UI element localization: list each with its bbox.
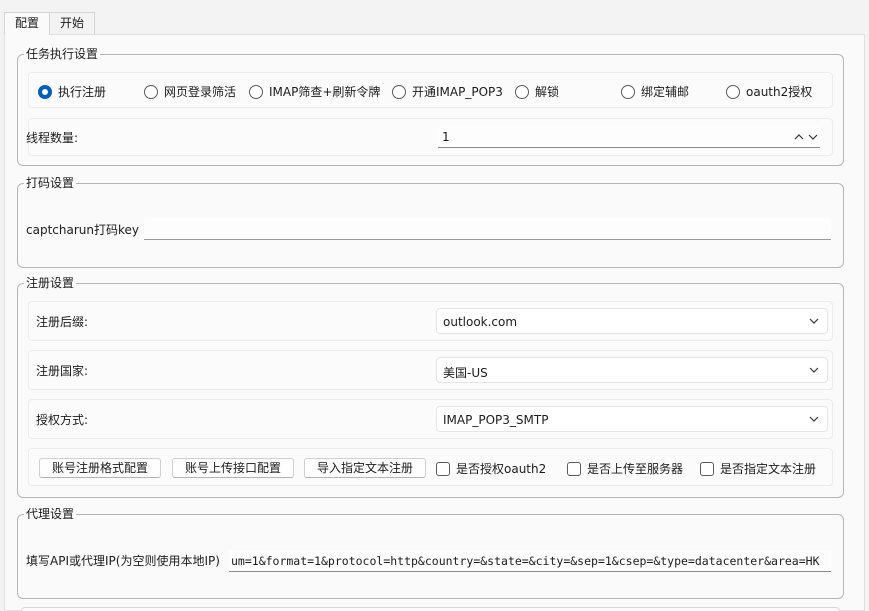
task-settings-group: 任务执行设置 执行注册 网页登录筛活 IMAP筛查+刷新令牌 开通IMAP_PO… xyxy=(17,47,844,166)
captcha-key-input[interactable] xyxy=(144,218,831,240)
captcha-settings-group: 打码设置 captcharun打码key xyxy=(17,176,844,268)
radio-indicator xyxy=(249,84,263,99)
tab-config[interactable]: 配置 xyxy=(4,12,51,35)
radio-web-login-check[interactable]: 网页登录筛活 xyxy=(144,83,236,100)
config-panel: 任务执行设置 执行注册 网页登录筛活 IMAP筛查+刷新令牌 开通IMAP_PO… xyxy=(4,34,865,611)
radio-indicator xyxy=(515,84,529,99)
tab-start[interactable]: 开始 xyxy=(49,12,96,34)
proxy-input[interactable]: um=1&format=1&protocol=http&country=&sta… xyxy=(229,550,831,572)
proxy-label: 填写API或代理IP(为空则使用本地IP) xyxy=(26,554,220,568)
radio-unlock[interactable]: 解锁 xyxy=(515,83,559,100)
auth-dropdown[interactable]: IMAP_POP3_SMTP xyxy=(436,406,828,432)
suffix-dropdown[interactable]: outlook.com xyxy=(436,308,828,334)
threads-label: 线程数量: xyxy=(26,131,79,145)
radio-web-login-check-label: 网页登录筛活 xyxy=(164,85,237,99)
check-text-register[interactable]: 是否指定文本注册 xyxy=(700,460,816,477)
check-oauth2-label: 是否授权oauth2 xyxy=(456,462,547,476)
radio-oauth2[interactable]: oauth2授权 xyxy=(726,83,812,100)
radio-imap-check-label: IMAP筛查+刷新令牌 xyxy=(269,85,381,99)
radio-indicator xyxy=(726,84,740,99)
chevron-down-icon xyxy=(809,416,819,422)
checkbox-indicator xyxy=(567,461,581,476)
chevron-down-icon xyxy=(809,318,819,324)
task-settings-title: 任务执行设置 xyxy=(24,47,101,61)
chevron-up-icon[interactable] xyxy=(794,133,804,141)
import-text-button[interactable]: 导入指定文本注册 xyxy=(304,458,426,478)
radio-register[interactable]: 执行注册 xyxy=(38,83,106,100)
radio-unlock-label: 解锁 xyxy=(535,85,560,99)
radio-imap-check[interactable]: IMAP筛查+刷新令牌 xyxy=(249,83,380,100)
radio-indicator xyxy=(621,84,635,99)
check-upload-server-label: 是否上传至服务器 xyxy=(587,462,684,476)
suffix-value: outlook.com xyxy=(443,315,518,329)
radio-bind-backup-mail[interactable]: 绑定辅邮 xyxy=(621,83,689,100)
captcha-settings-title: 打码设置 xyxy=(24,176,77,190)
next-group-edge xyxy=(21,607,840,611)
chevron-down-icon xyxy=(809,367,819,373)
country-label: 注册国家: xyxy=(36,364,89,378)
radio-indicator xyxy=(144,84,158,99)
radio-oauth2-label: oauth2授权 xyxy=(746,85,813,99)
threads-stepper[interactable]: 1 xyxy=(438,126,820,148)
format-config-button[interactable]: 账号注册格式配置 xyxy=(39,458,161,478)
proxy-value: um=1&format=1&protocol=http&country=&sta… xyxy=(231,554,820,568)
proxy-settings-group: 代理设置 填写API或代理IP(为空则使用本地IP) um=1&format=1… xyxy=(17,507,844,599)
check-oauth2[interactable]: 是否授权oauth2 xyxy=(436,460,546,477)
check-text-register-label: 是否指定文本注册 xyxy=(720,462,817,476)
register-settings-title: 注册设置 xyxy=(24,276,77,290)
check-upload-server[interactable]: 是否上传至服务器 xyxy=(567,460,683,477)
captcha-key-label: captcharun打码key xyxy=(26,223,139,237)
radio-enable-imap[interactable]: 开通IMAP_POP3 xyxy=(392,83,503,100)
radio-bind-backup-mail-label: 绑定辅邮 xyxy=(641,85,690,99)
auth-label: 授权方式: xyxy=(36,413,89,427)
radio-indicator xyxy=(38,84,52,99)
proxy-settings-title: 代理设置 xyxy=(24,507,77,521)
auth-value: IMAP_POP3_SMTP xyxy=(443,413,549,427)
radio-indicator xyxy=(392,84,406,99)
threads-value: 1 xyxy=(442,130,450,144)
upload-config-button[interactable]: 账号上传接口配置 xyxy=(172,458,294,478)
country-dropdown[interactable]: 美国-US xyxy=(436,357,828,383)
suffix-label: 注册后缀: xyxy=(36,315,89,329)
radio-enable-imap-label: 开通IMAP_POP3 xyxy=(412,85,503,99)
radio-register-label: 执行注册 xyxy=(58,85,107,99)
checkbox-indicator xyxy=(436,461,450,476)
register-settings-group: 注册设置 注册后缀: outlook.com 注册国家: 美国-US 授权方式:… xyxy=(17,276,844,498)
checkbox-indicator xyxy=(700,461,714,476)
chevron-down-icon[interactable] xyxy=(808,133,818,141)
country-value: 美国-US xyxy=(443,366,488,380)
tab-bar: 配置 开始 xyxy=(4,12,96,35)
